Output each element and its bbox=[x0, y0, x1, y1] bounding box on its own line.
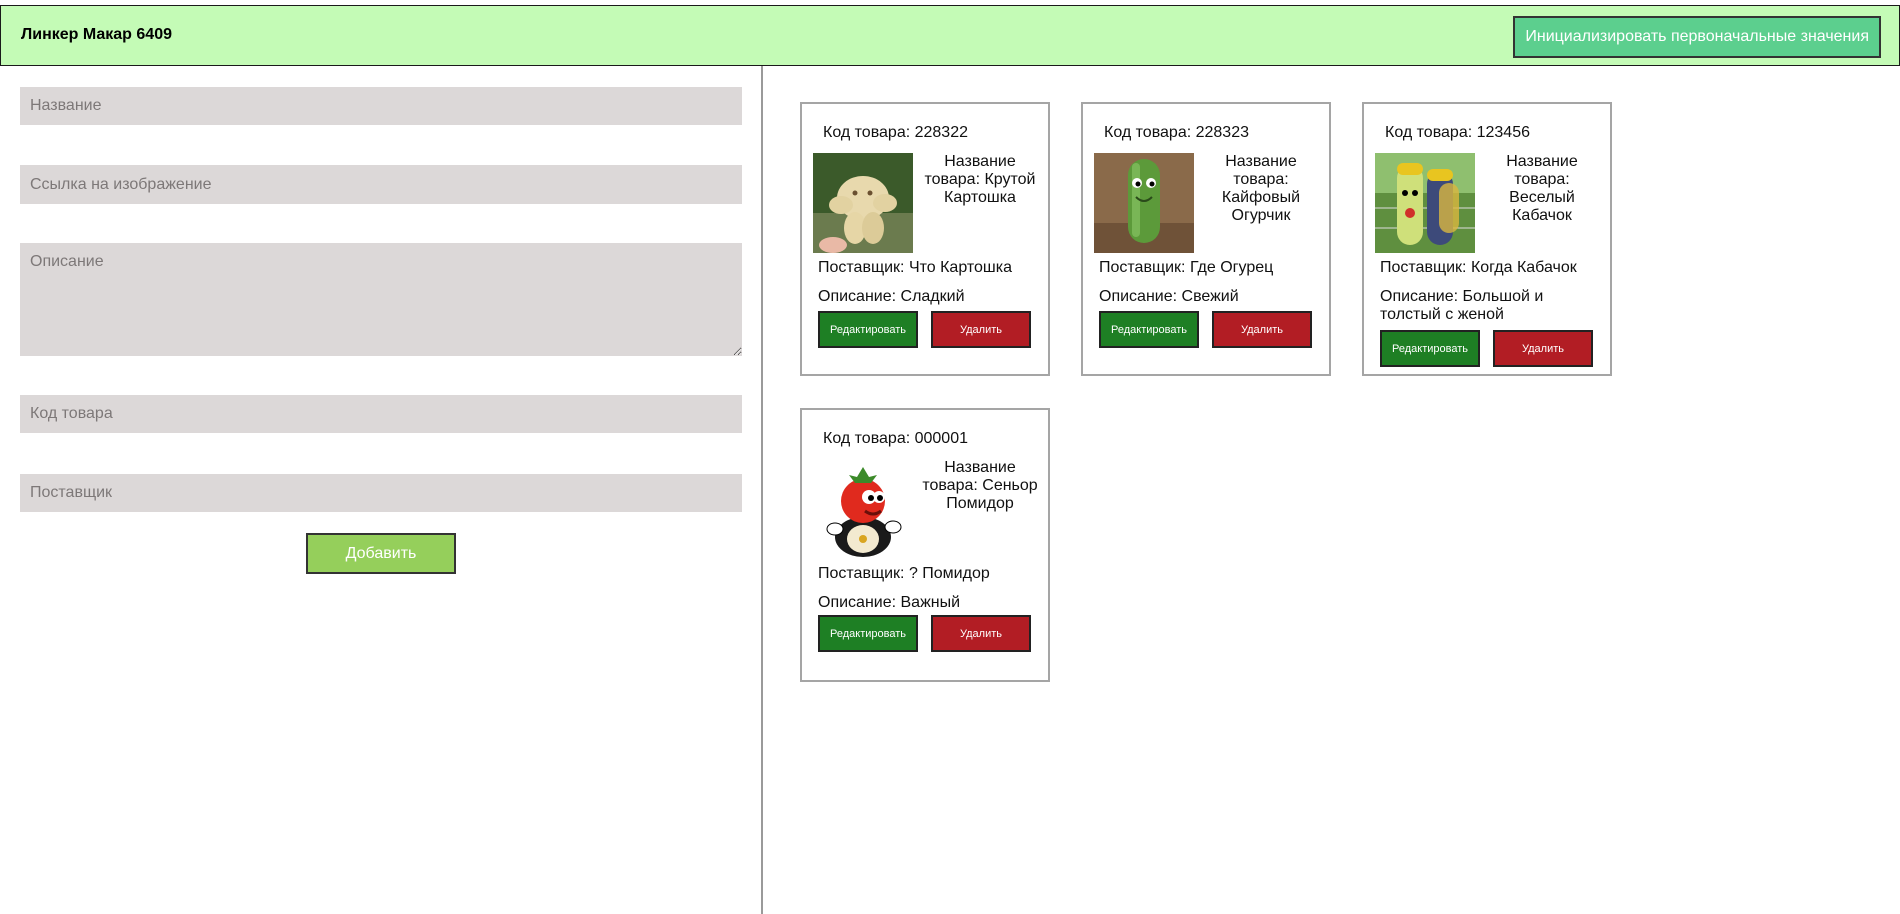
product-description: Описание: Сладкий bbox=[818, 288, 965, 305]
image-url-input[interactable] bbox=[20, 165, 742, 204]
product-code: Код товара: 228322 bbox=[823, 124, 968, 141]
product-code: Код товара: 228323 bbox=[1104, 124, 1249, 141]
description-textarea[interactable] bbox=[20, 243, 742, 356]
add-button[interactable]: Добавить bbox=[306, 533, 456, 574]
cucumber-image bbox=[1094, 153, 1194, 253]
panel-divider bbox=[761, 66, 763, 914]
product-card: Код товара: 228323 Название товара: Кайф… bbox=[1081, 102, 1331, 376]
edit-button[interactable]: Редактировать bbox=[818, 311, 918, 348]
edit-button[interactable]: Редактировать bbox=[1099, 311, 1199, 348]
product-name: Название товара: Веселый Кабачок bbox=[1506, 153, 1578, 224]
name-input[interactable] bbox=[20, 87, 742, 125]
product-code: Код товара: 123456 bbox=[1385, 124, 1530, 141]
product-supplier: Поставщик: Где Огурец bbox=[1099, 259, 1274, 276]
product-description: Описание: Свежий bbox=[1099, 288, 1239, 305]
app-header: Линкер Макар 6409 Инициализировать перво… bbox=[0, 5, 1900, 66]
delete-button[interactable]: Удалить bbox=[1212, 311, 1312, 348]
product-supplier: Поставщик: Что Картошка bbox=[818, 259, 1012, 276]
edit-button[interactable]: Редактировать bbox=[1380, 330, 1480, 367]
product-name: Название товара: Сеньор Помидор bbox=[922, 459, 1038, 512]
product-card: Код товара: 000001 Название товара: Сень… bbox=[800, 408, 1050, 682]
product-code: Код товара: 000001 bbox=[823, 430, 968, 447]
potato-image bbox=[813, 153, 913, 253]
product-card: Код товара: 228322 Название товара: Крут… bbox=[800, 102, 1050, 376]
zucchini-image bbox=[1375, 153, 1475, 253]
product-name: Название товара: Кайфовый Огурчик bbox=[1221, 153, 1301, 224]
delete-button[interactable]: Удалить bbox=[931, 615, 1031, 652]
delete-button[interactable]: Удалить bbox=[931, 311, 1031, 348]
product-supplier: Поставщик: Когда Кабачок bbox=[1380, 259, 1577, 276]
product-supplier: Поставщик: ? Помидор bbox=[818, 565, 990, 582]
header-title: Линкер Макар 6409 bbox=[21, 26, 172, 43]
tomato-image bbox=[813, 459, 913, 559]
product-description: Описание: Большой и толстый с женой bbox=[1380, 288, 1544, 323]
product-card: Код товара: 123456 Название товара: Весе… bbox=[1362, 102, 1612, 376]
product-description: Описание: Важный bbox=[818, 594, 961, 611]
initialize-values-button[interactable]: Инициализировать первоначальные значения bbox=[1513, 16, 1881, 58]
supplier-input[interactable] bbox=[20, 474, 742, 512]
product-name: Название товара: Крутой Картошка bbox=[924, 153, 1036, 206]
product-code-input[interactable] bbox=[20, 395, 742, 433]
edit-button[interactable]: Редактировать bbox=[818, 615, 918, 652]
delete-button[interactable]: Удалить bbox=[1493, 330, 1593, 367]
